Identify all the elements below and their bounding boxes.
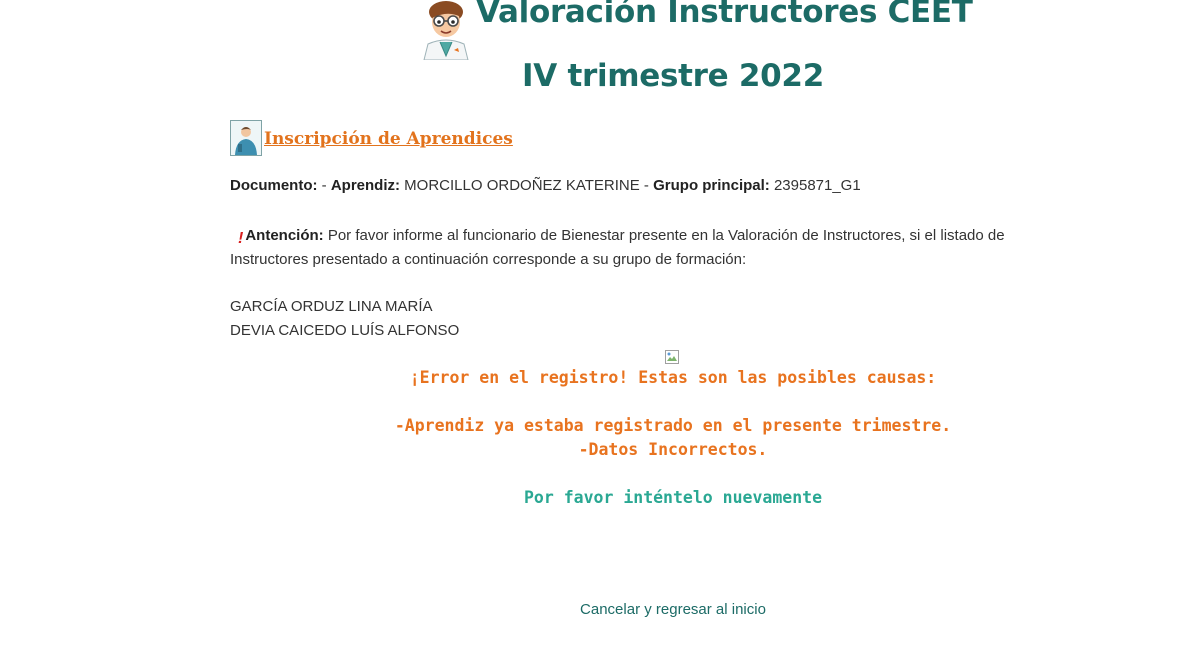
error-heading: ¡Error en el registro! Estas son las pos… — [409, 368, 937, 387]
error-cause-2: -Datos Incorrectos. — [578, 440, 768, 459]
list-item: DEVIA CAICEDO LUÍS ALFONSO — [230, 322, 460, 339]
cancel-link[interactable]: Cancelar y regresar al inicio — [0, 601, 1186, 618]
registration-link[interactable]: Inscripción de Aprendices — [264, 129, 513, 149]
registration-row: Inscripción de Aprendices — [230, 118, 1060, 156]
aprendiz-label: Aprendiz: — [330, 177, 401, 194]
page: Valoración Instructores CEET IV trimestr… — [0, 0, 1186, 649]
instructor-list: GARCÍA ORDUZ LINA MARÍA DEVIA CAICEDO LU… — [230, 295, 1060, 343]
error-cause-1: -Aprendiz ya estaba registrado en el pre… — [394, 416, 952, 435]
attention-label: Antención: — [245, 227, 324, 244]
page-title: Valoración Instructores CEET — [476, 0, 973, 30]
grupo-label: Grupo principal: — [653, 177, 770, 194]
documento-label: Documento: — [230, 177, 318, 194]
main-content: Inscripción de Aprendices Documento: - A… — [230, 118, 1060, 343]
list-item: GARCÍA ORDUZ LINA MARÍA — [230, 298, 433, 315]
doctor-mascot-icon — [423, 1, 469, 60]
student-icon — [230, 120, 262, 156]
exclamation-icon: ! — [238, 230, 244, 247]
aprendiz-value: MORCILLO ORDOÑEZ KATERINE - — [400, 177, 654, 194]
documento-value: - — [317, 177, 331, 194]
student-info: Documento: - Aprendiz: MORCILLO ORDOÑEZ … — [230, 176, 1060, 196]
grupo-value: 2395871_G1 — [769, 177, 861, 194]
attention-notice: ! Antención: Por favor informe al funcion… — [230, 224, 1060, 272]
page-subtitle: IV trimestre 2022 — [522, 58, 824, 94]
broken-image-icon — [665, 350, 679, 364]
retry-message: Por favor inténtelo nuevamente — [523, 488, 822, 507]
attention-text: Por favor informe al funcionario de Bien… — [230, 227, 1005, 268]
